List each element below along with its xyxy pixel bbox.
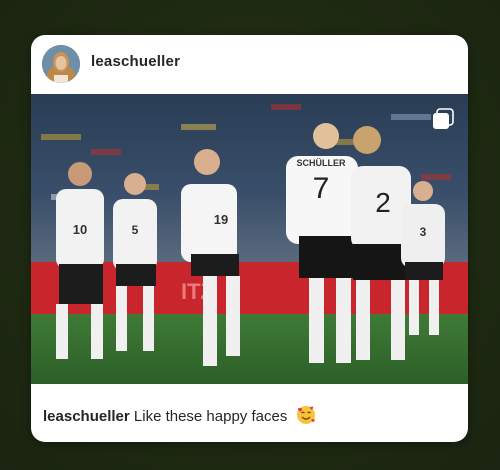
post-caption: leaschueller Like these happy faces — [43, 405, 316, 425]
caption-text: Like these happy faces — [133, 408, 288, 425]
svg-text:5: 5 — [132, 223, 139, 237]
smiling-face-with-hearts-icon — [296, 406, 315, 424]
svg-text:10: 10 — [73, 222, 87, 237]
post-username[interactable]: leaschueller — [91, 53, 180, 70]
svg-text:7: 7 — [313, 172, 330, 205]
post-card: leaschueller ITZ 10 5 19 SCHÜLLER 7 2 3 … — [31, 35, 468, 442]
post-header: leaschueller — [31, 35, 468, 93]
avatar[interactable] — [42, 45, 80, 83]
multiple-photos-icon — [433, 108, 454, 129]
svg-text:3: 3 — [420, 225, 427, 239]
avatar-image — [42, 45, 80, 83]
svg-text:19: 19 — [214, 212, 228, 227]
svg-text:2: 2 — [375, 187, 391, 218]
football-team-photo: ITZ 10 5 19 SCHÜLLER 7 2 3 — [31, 94, 468, 384]
caption-username[interactable]: leaschueller — [43, 408, 130, 425]
svg-text:SCHÜLLER: SCHÜLLER — [297, 158, 346, 168]
post-photo[interactable]: ITZ 10 5 19 SCHÜLLER 7 2 3 — [31, 94, 468, 384]
